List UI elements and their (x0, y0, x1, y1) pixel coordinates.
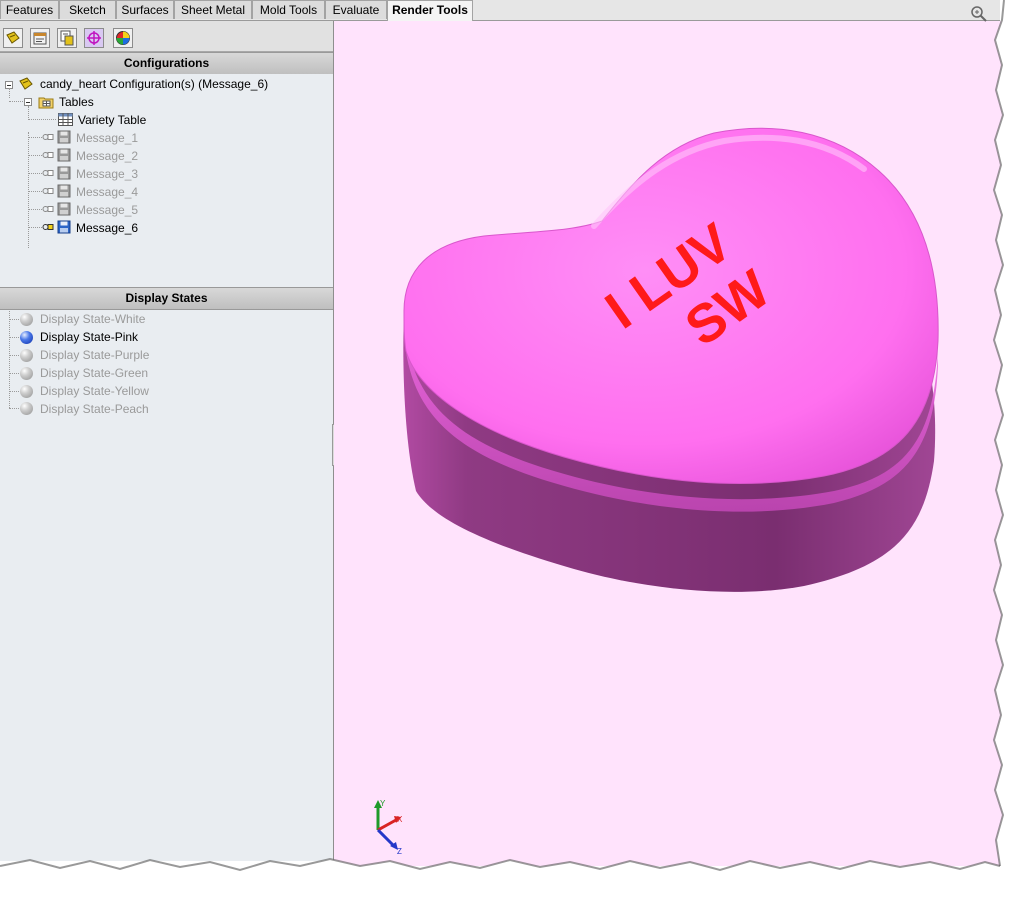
display-state-peach[interactable]: Display State-Peach (40, 400, 149, 418)
tab-sheet-metal[interactable]: Sheet Metal (174, 0, 252, 19)
configurations-tree: candy_heart Configuration(s) (Message_6)… (0, 74, 333, 287)
reference-triad-icon: Y X Z (374, 799, 403, 856)
svg-text:Z: Z (397, 847, 402, 856)
svg-text:X: X (397, 815, 403, 824)
graphics-area[interactable]: I LUV SW (334, 21, 1004, 866)
display-states-header: Display States (0, 287, 333, 310)
configuration-item-message-3[interactable]: Message_3 (76, 165, 138, 183)
display-state-sphere-icon (20, 313, 33, 326)
dimxpert-manager-icon (87, 31, 101, 45)
configuration-link-icon (42, 188, 54, 194)
manager-tabs-toolbar (0, 21, 333, 52)
configuration-item-message-5[interactable]: Message_5 (76, 201, 138, 219)
display-state-sphere-icon (20, 385, 33, 398)
tab-mold-tools[interactable]: Mold Tools (252, 0, 325, 19)
display-state-sphere-icon (20, 349, 33, 362)
display-state-active-sphere-icon (20, 331, 33, 344)
configuration-disk-active-icon (57, 220, 71, 234)
configuration-link-icon (42, 152, 54, 158)
display-manager-icon (116, 31, 130, 45)
tab-render-tools[interactable]: Render Tools (387, 0, 473, 21)
property-manager-icon (33, 32, 47, 45)
zoom-view-icon[interactable] (970, 5, 988, 23)
display-states-tree: Display State-White Display State-Pink D… (0, 311, 333, 861)
configuration-disk-icon (57, 166, 71, 180)
svg-text:Y: Y (380, 799, 386, 808)
configuration-item-message-6[interactable]: Message_6 (76, 219, 138, 237)
variety-table-icon (58, 113, 73, 126)
display-state-green[interactable]: Display State-Green (40, 364, 148, 382)
display-state-purple[interactable]: Display State-Purple (40, 346, 149, 364)
configuration-link-icon (42, 206, 54, 212)
manager-pane: Configurations candy_heart Configuration… (0, 21, 334, 861)
display-state-white[interactable]: Display State-White (40, 310, 145, 328)
configuration-disk-icon (57, 184, 71, 198)
display-state-pink[interactable]: Display State-Pink (40, 328, 138, 346)
configuration-link-icon (42, 134, 54, 140)
display-state-sphere-icon (20, 367, 33, 380)
tab-features[interactable]: Features (0, 0, 59, 19)
configurations-header: Configurations (0, 52, 333, 75)
tables-folder-icon (38, 97, 54, 109)
candy-heart-model[interactable]: I LUV SW (334, 21, 1004, 866)
command-manager-tabs: Features Sketch Surfaces Sheet Metal Mol… (0, 0, 1000, 21)
configuration-disk-icon (57, 202, 71, 216)
tab-sketch[interactable]: Sketch (59, 0, 116, 19)
configuration-root-label[interactable]: candy_heart Configuration(s) (Message_6) (40, 75, 268, 93)
tab-surfaces[interactable]: Surfaces (116, 0, 174, 19)
dimxpert-manager-button[interactable] (84, 28, 104, 48)
feature-manager-icon (6, 31, 20, 44)
configuration-disk-icon (57, 148, 71, 162)
variety-table-label[interactable]: Variety Table (78, 111, 146, 129)
property-manager-button[interactable] (30, 28, 50, 48)
configuration-item-message-2[interactable]: Message_2 (76, 147, 138, 165)
collapse-tables-toggle[interactable] (24, 98, 32, 106)
display-manager-button[interactable] (113, 28, 133, 48)
display-state-yellow[interactable]: Display State-Yellow (40, 382, 149, 400)
display-state-sphere-icon (20, 402, 33, 415)
tab-evaluate[interactable]: Evaluate (325, 0, 387, 19)
feature-manager-button[interactable] (3, 28, 23, 48)
configuration-item-message-1[interactable]: Message_1 (76, 129, 138, 147)
tables-label[interactable]: Tables (59, 93, 94, 111)
part-configuration-icon (19, 77, 33, 90)
configuration-item-message-4[interactable]: Message_4 (76, 183, 138, 201)
configuration-link-active-icon (42, 224, 54, 230)
configuration-manager-icon (60, 30, 74, 46)
configuration-link-icon (42, 170, 54, 176)
configuration-manager-button[interactable] (57, 28, 77, 48)
configuration-disk-icon (57, 130, 71, 144)
